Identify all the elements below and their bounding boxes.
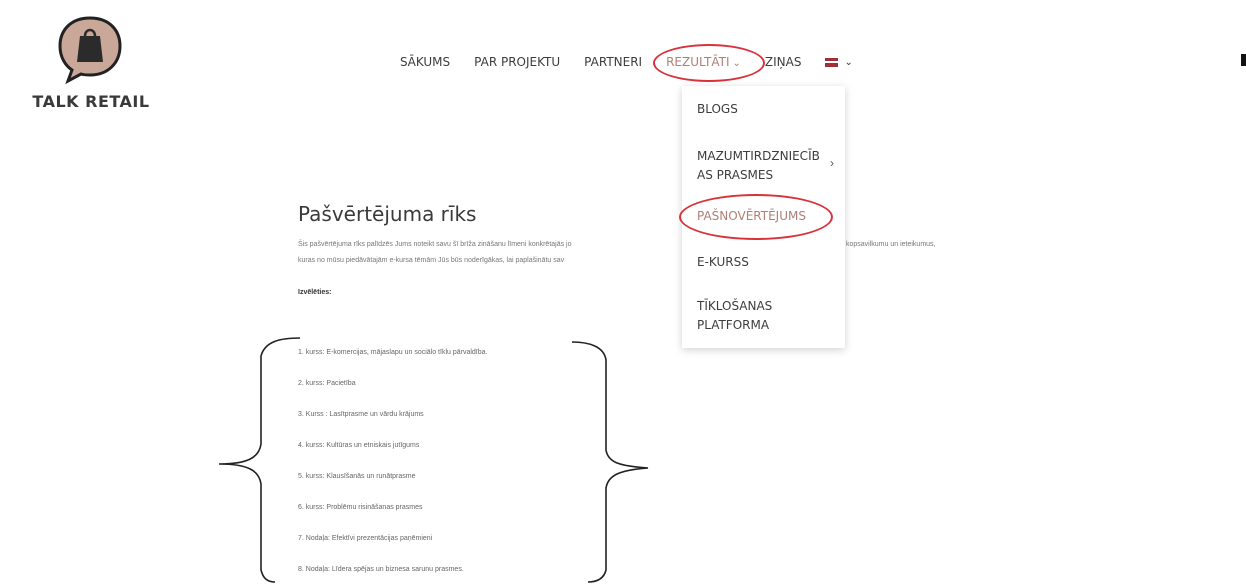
course-item[interactable]: 2. kurss: Pacietība <box>298 380 356 387</box>
intro-line-2: kuras no mūsu piedāvātajām e-kursa tēmām… <box>298 257 565 264</box>
chevron-down-icon: ⌄ <box>844 56 853 68</box>
course-item[interactable]: 1. kurss: E-komercijas, mājaslapu un soc… <box>298 349 487 356</box>
dropdown-item-label-line1: MAZUMTIRDZNIECĪB <box>697 149 820 163</box>
chevron-right-icon: › <box>830 156 834 170</box>
nav-item-rezultati-label: REZULTĀTI <box>666 55 730 69</box>
course-item[interactable]: 7. Nodaļa: Efektīvi prezentācijas paņēmi… <box>298 535 432 542</box>
brand-name: TALK RETAIL <box>32 92 150 111</box>
nav-item-sakums[interactable]: SĀKUMS <box>400 55 450 69</box>
intro-text-right: kopsavilkumu un ieteikumus, <box>846 241 936 248</box>
course-item[interactable]: 6. kurss: Problēmu risināšanas prasmes <box>298 504 423 511</box>
nav-item-par-projektu[interactable]: PAR PROJEKTU <box>474 55 560 69</box>
shopping-bag-speech-bubble-icon <box>58 16 122 84</box>
dropdown-item-e-kurss[interactable]: E-KURSS <box>697 253 832 272</box>
annotation-right-brace <box>571 341 649 583</box>
dropdown-item-blogs[interactable]: BLOGS <box>697 100 832 119</box>
logo[interactable]: TALK RETAIL <box>26 14 156 114</box>
page-title: Pašvērtējuma rīks <box>298 202 477 226</box>
intro-line-1: Šis pašvērtējuma rīks palīdzēs Jums note… <box>298 241 572 248</box>
chevron-down-icon: ⌄ <box>732 58 741 69</box>
nav-item-rezultati[interactable]: REZULTĀTI ⌄ <box>653 44 766 82</box>
intro-text: Šis pašvērtējuma rīks palīdzēs Jums note… <box>298 237 572 269</box>
annotation-left-brace <box>218 337 301 583</box>
course-item[interactable]: 4. kurss: Kultūras un etniskais jutīgums <box>298 442 419 449</box>
dropdown-item-label-line2: AS PRASMES <box>697 168 774 182</box>
main-nav: SĀKUMS PAR PROJEKTU PARTNERI REZULTĀTI ⌄ … <box>400 44 877 82</box>
dropdown-item-label-line1: TĪKLOŠANAS <box>697 299 773 313</box>
edge-icon <box>1241 54 1246 66</box>
language-switcher[interactable]: ⌄ <box>825 56 853 68</box>
dropdown-item-label-line2: PLATFORMA <box>697 318 770 332</box>
rezultati-dropdown-menu: BLOGS MAZUMTIRDZNIECĪB AS PRASMES › PAŠN… <box>679 86 845 348</box>
dropdown-item-mazumtirdzniecibas-prasmes[interactable]: MAZUMTIRDZNIECĪB AS PRASMES <box>697 147 832 185</box>
nav-item-partneri[interactable]: PARTNERI <box>584 55 642 69</box>
course-item[interactable]: 8. Nodaļa: Līdera spējas un biznesa saru… <box>298 566 464 573</box>
select-label: Izvēlēties: <box>298 289 332 296</box>
latvia-flag-icon <box>825 57 839 67</box>
dropdown-item-pasnovertejums[interactable]: PAŠNOVĒRTĒJUMS <box>697 207 832 226</box>
dropdown-item-tiklosanas-platforma[interactable]: TĪKLOŠANAS PLATFORMA <box>697 297 832 335</box>
course-item[interactable]: 5. kurss: Klausīšanās un runātprasme <box>298 473 416 480</box>
course-item[interactable]: 3. Kurss : Lasītprasme un vārdu krājums <box>298 411 424 418</box>
nav-item-zinas[interactable]: ZIŅAS <box>765 55 802 69</box>
